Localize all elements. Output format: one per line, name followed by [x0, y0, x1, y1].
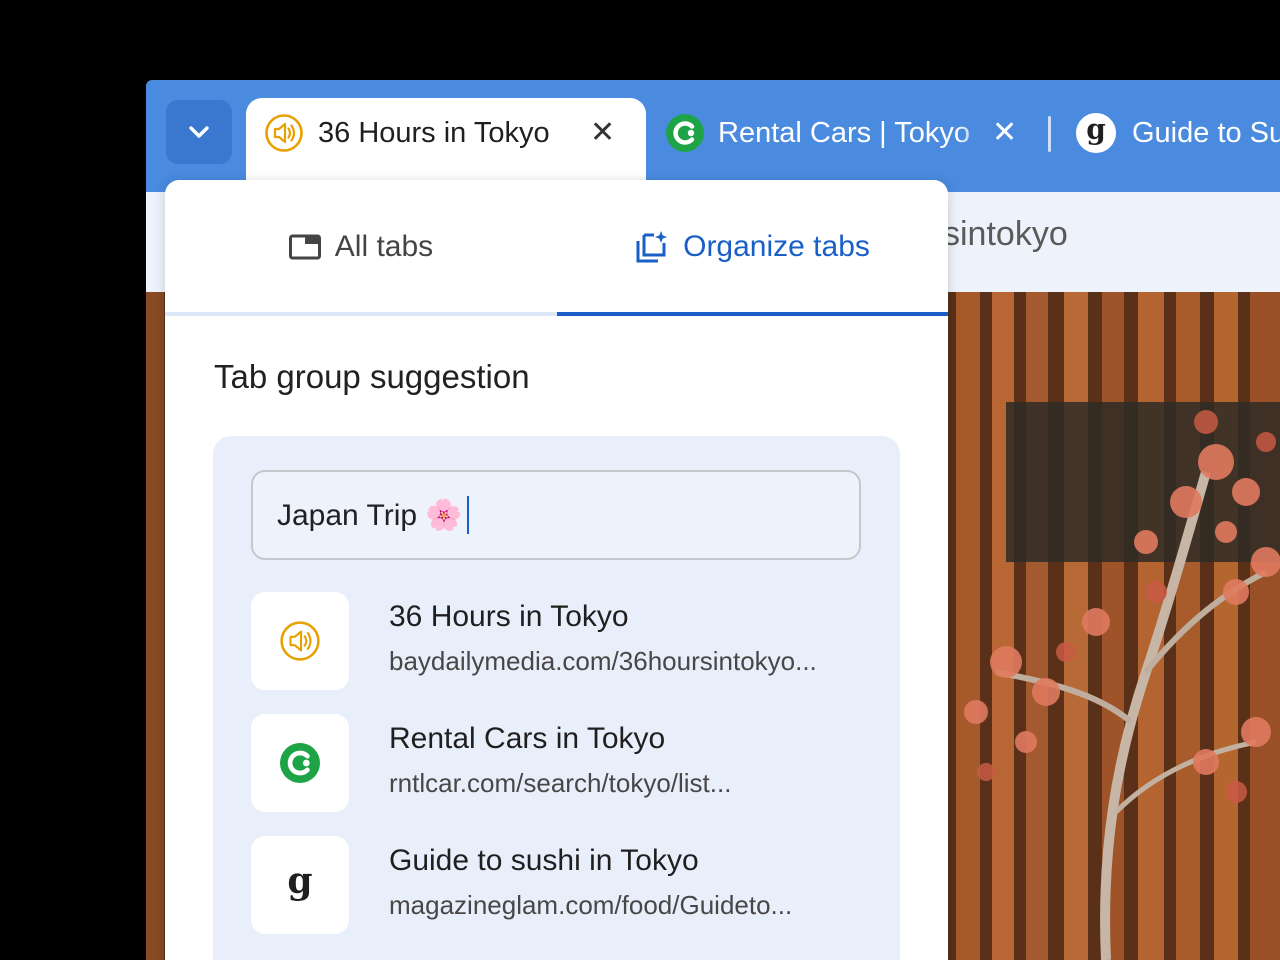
favicon-tile: g	[251, 836, 349, 934]
chevron-down-icon	[189, 126, 209, 138]
tab-underline	[165, 312, 557, 316]
tab-organize-tabs[interactable]: Organize tabs	[557, 180, 948, 314]
group-name-value: Japan Trip 🌸	[277, 498, 463, 532]
item-url: rntlcar.com/search/tokyo/list...	[389, 768, 732, 798]
tab-search-button[interactable]	[166, 100, 232, 164]
item-title: 36 Hours in Tokyo	[389, 600, 629, 633]
close-tab-icon[interactable]: ✕	[992, 118, 1017, 148]
item-title: Guide to sushi in Tokyo	[389, 844, 699, 877]
favicon-tile	[251, 592, 349, 690]
item-url: baydailymedia.com/36hoursintokyo...	[389, 646, 817, 676]
tab-label: Organize tabs	[683, 230, 870, 263]
suggested-tab-item[interactable]: Rental Cars in Tokyo rntlcar.com/search/…	[251, 714, 871, 814]
tab-title-fade	[956, 108, 996, 158]
tab-all-tabs[interactable]: All tabs	[165, 180, 557, 314]
suggestion-card: Japan Trip 🌸 36 Hours in Tokyo baydailym…	[213, 436, 900, 960]
audio-icon	[265, 114, 303, 152]
rentalcar-logo-icon	[666, 114, 704, 152]
popup-tab-bar: All tabs Organize tabs	[165, 180, 948, 318]
group-name-input[interactable]: Japan Trip 🌸	[251, 470, 861, 560]
tab-icon	[288, 234, 321, 260]
favicon-tile	[251, 714, 349, 812]
tab-strip: 36 Hours in Tokyo ✕ Rental Cars | Tokyo …	[146, 80, 1280, 192]
organize-sparkle-icon	[636, 231, 668, 263]
suggested-tab-item[interactable]: 36 Hours in Tokyo baydailymedia.com/36ho…	[251, 592, 871, 692]
audio-icon	[280, 621, 320, 661]
g-logo-icon: g	[1076, 113, 1116, 153]
item-title: Rental Cars in Tokyo	[389, 722, 666, 755]
rentalcar-logo-icon	[280, 743, 320, 783]
tab-underline-active	[557, 312, 948, 316]
tab-title: Rental Cars | Tokyo	[718, 116, 970, 149]
g-logo-icon: g	[287, 860, 313, 902]
close-tab-icon[interactable]: ✕	[590, 118, 615, 148]
address-text: sintokyo	[943, 214, 1068, 253]
tab-title: 36 Hours in Tokyo	[318, 116, 550, 149]
tab-organization-popup: All tabs Organize tabs Tab group suggest…	[165, 180, 948, 960]
tab-label: All tabs	[334, 230, 434, 263]
text-caret	[466, 496, 469, 534]
tab-36-hours-in-tokyo[interactable]: 36 Hours in Tokyo ✕	[246, 98, 646, 192]
tab-title: Guide to Su	[1132, 116, 1280, 149]
suggested-tab-item[interactable]: g Guide to sushi in Tokyo magazineglam.c…	[251, 836, 871, 936]
section-title: Tab group suggestion	[214, 358, 530, 395]
tab-divider	[1048, 116, 1051, 152]
item-url: magazineglam.com/food/Guideto...	[389, 890, 793, 920]
